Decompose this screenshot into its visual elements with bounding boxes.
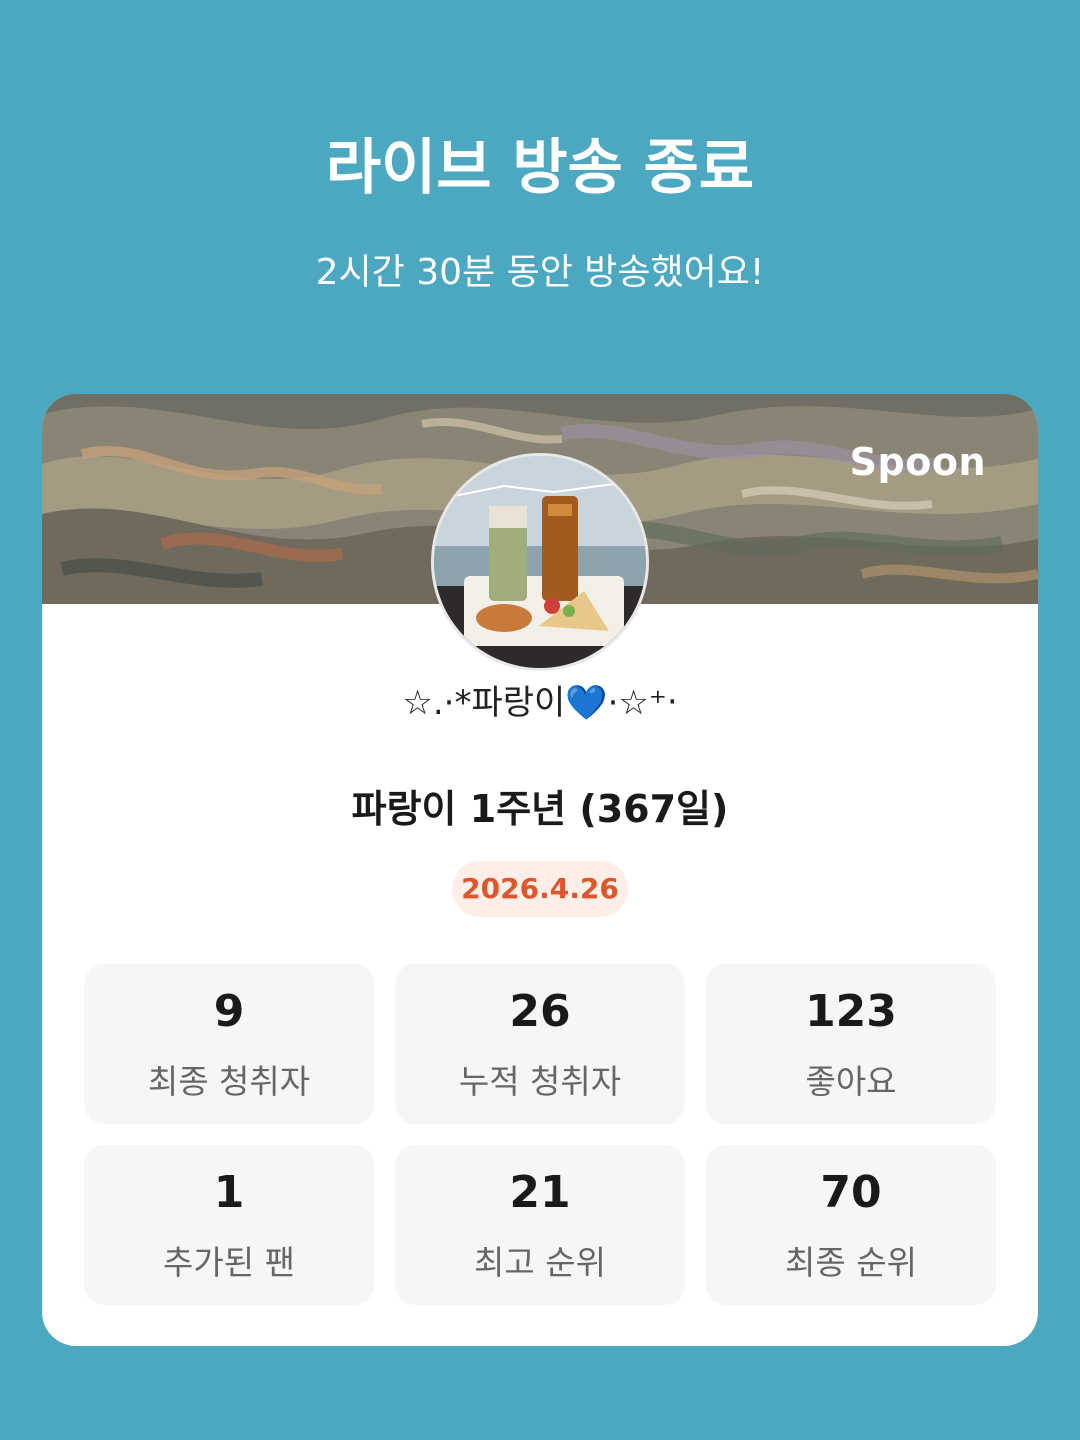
stat-label: 최고 순위	[474, 1243, 606, 1282]
stat-new-fans: 1 추가된 팬	[84, 1145, 374, 1305]
stat-value: 70	[820, 1167, 882, 1218]
broadcast-title: 파랑이 1주년 (367일)	[351, 787, 729, 831]
stat-final-listeners: 9 최종 청취자	[84, 964, 374, 1124]
stat-total-listeners: 26 누적 청취자	[395, 964, 685, 1124]
streamer-nickname: ☆.·*파랑이💙·☆⁺‧	[402, 683, 678, 723]
broadcast-duration-text: 2시간 30분 동안 방송했어요!	[315, 252, 765, 293]
stat-label: 추가된 팬	[163, 1243, 295, 1282]
stat-value: 26	[509, 986, 571, 1037]
avatar[interactable]	[434, 456, 646, 668]
stat-value: 1	[213, 1167, 245, 1218]
stat-value: 123	[805, 986, 897, 1037]
stat-value: 21	[509, 1167, 571, 1218]
stat-final-rank: 70 최종 순위	[706, 1145, 996, 1305]
stat-highest-rank: 21 최고 순위	[395, 1145, 685, 1305]
broadcast-summary-card: Spoon ☆.·*파랑이💙·☆⁺‧ 파랑이 1주년 (367일) 2026.4…	[42, 394, 1038, 1346]
stat-likes: 123 좋아요	[706, 964, 996, 1124]
date-badge: 2026.4.26	[452, 861, 628, 917]
stat-label: 누적 청취자	[458, 1062, 622, 1101]
stat-label: 최종 청취자	[147, 1062, 311, 1101]
spoon-logo: Spoon	[849, 440, 986, 484]
stat-value: 9	[213, 986, 245, 1037]
page-title: 라이브 방송 종료	[325, 133, 755, 203]
stat-label: 최종 순위	[785, 1243, 917, 1282]
stat-label: 좋아요	[805, 1062, 897, 1101]
